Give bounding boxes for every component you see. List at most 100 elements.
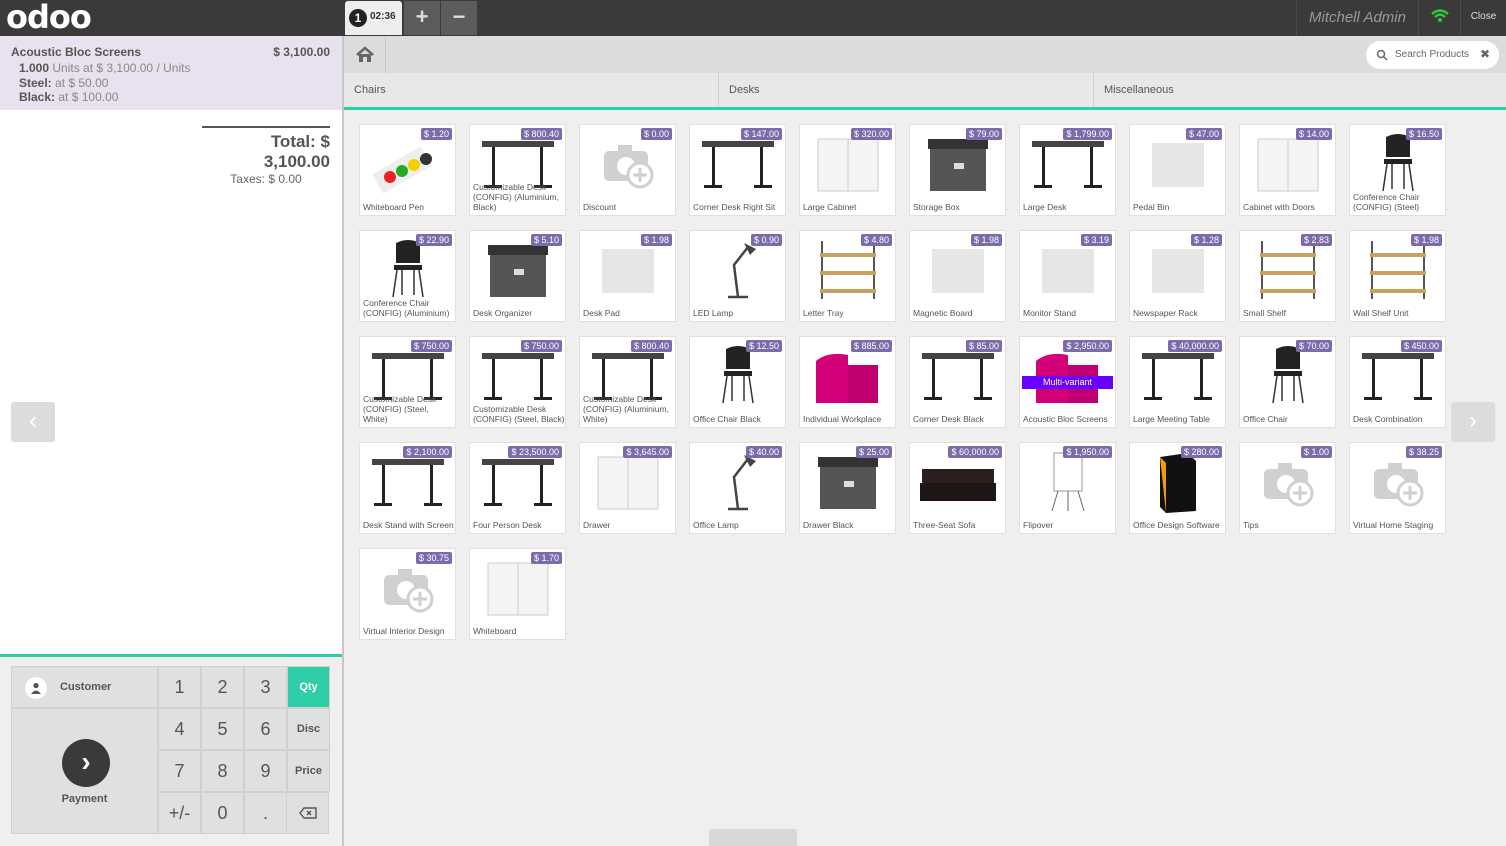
product-card[interactable]: $ 1.98 Wall Shelf Unit xyxy=(1349,230,1446,322)
product-card[interactable]: $ 1.28 Newspaper Rack xyxy=(1129,230,1226,322)
wifi-icon[interactable] xyxy=(1418,0,1460,36)
product-card[interactable]: $ 885.00 Individual Workplace xyxy=(799,336,896,428)
product-card[interactable]: $ 40,000.00 Large Meeting Table xyxy=(1129,336,1226,428)
product-price: $ 1,950.00 xyxy=(1063,446,1112,458)
product-card[interactable]: $ 147.00 Corner Desk Right Sit xyxy=(689,124,786,216)
order-line-attr: Steel: at $ 50.00 xyxy=(19,76,108,90)
product-card[interactable]: $ 1.70 Whiteboard xyxy=(469,548,566,640)
key-9[interactable]: 9 xyxy=(244,750,287,792)
product-card[interactable]: $ 1.98 Desk Pad xyxy=(579,230,676,322)
home-button[interactable] xyxy=(344,36,386,73)
product-card[interactable]: $ 1.20 Whiteboard Pen xyxy=(359,124,456,216)
close-button[interactable]: Close xyxy=(1460,0,1506,36)
product-name: Desk Organizer xyxy=(473,308,533,318)
product-card[interactable]: $ 320.00 Large Cabinet xyxy=(799,124,896,216)
key-5[interactable]: 5 xyxy=(201,708,244,750)
product-card[interactable]: $ 800.40 Customizable Desk (CONFIG) (Alum… xyxy=(469,124,566,216)
product-card[interactable]: $ 4.80 Letter Tray xyxy=(799,230,896,322)
search-placeholder: Search Products xyxy=(1395,49,1469,60)
product-card[interactable]: $ 750.00 Customizable Desk (CONFIG) (Stee… xyxy=(359,336,456,428)
attr-value: at $ 50.00 xyxy=(55,76,109,90)
search-input[interactable]: Search Products ✖ xyxy=(1366,41,1499,69)
product-card[interactable]: $ 0.90 LED Lamp xyxy=(689,230,786,322)
category-desks[interactable]: Desks xyxy=(719,73,1094,107)
add-order-button[interactable]: + xyxy=(404,1,440,35)
key-1[interactable]: 1 xyxy=(158,666,201,708)
order-tab[interactable]: 1 02:36 xyxy=(345,1,402,35)
product-card[interactable]: $ 1.00 Tips xyxy=(1239,442,1336,534)
key-6[interactable]: 6 xyxy=(244,708,287,750)
product-card[interactable]: $ 3,645.00 Drawer xyxy=(579,442,676,534)
remove-order-button[interactable]: − xyxy=(441,1,477,35)
product-card[interactable]: $ 30.75 Virtual Interior Design xyxy=(359,548,456,640)
product-card[interactable]: $ 2.83 Small Shelf xyxy=(1239,230,1336,322)
undo-redo-bar[interactable] xyxy=(709,829,797,846)
prev-page-button[interactable]: ‹ xyxy=(11,402,55,442)
clear-search-icon[interactable]: ✖ xyxy=(1480,47,1490,61)
order-total: Total: $ 3,100.00 xyxy=(263,132,330,171)
product-name: Magnetic Board xyxy=(913,308,973,318)
product-price: $ 1.98 xyxy=(640,234,672,246)
customer-label: Customer xyxy=(60,681,112,693)
product-card[interactable]: $ 450.00 Desk Combination xyxy=(1349,336,1446,428)
customer-button[interactable]: Customer xyxy=(11,666,158,708)
top-bar: odoo 1 02:36 + − Mitchell Admin Close xyxy=(0,0,1506,36)
product-card[interactable]: $ 60,000.00 Three-Seat Sofa xyxy=(909,442,1006,534)
product-card[interactable]: $ 5.10 Desk Organizer xyxy=(469,230,566,322)
product-card[interactable]: $ 79.00 Storage Box xyxy=(909,124,1006,216)
product-card[interactable]: $ 70.00 Office Chair xyxy=(1239,336,1336,428)
product-card[interactable]: $ 1,950.00 Flipover xyxy=(1019,442,1116,534)
price-mode-button[interactable]: Price xyxy=(287,750,330,792)
backspace-key[interactable] xyxy=(286,792,329,834)
category-miscellaneous[interactable]: Miscellaneous xyxy=(1094,73,1506,107)
product-price: $ 5.10 xyxy=(530,234,562,246)
product-card[interactable]: $ 22.90 Conference Chair (CONFIG) (Alumin… xyxy=(359,230,456,322)
product-card[interactable]: $ 1.98 Magnetic Board xyxy=(909,230,1006,322)
next-page-button[interactable]: › xyxy=(1451,402,1495,442)
product-card[interactable]: $ 85.00 Corner Desk Black xyxy=(909,336,1006,428)
key-8[interactable]: 8 xyxy=(201,750,244,792)
product-card[interactable]: $ 38.25 Virtual Home Staging xyxy=(1349,442,1446,534)
product-name: Corner Desk Black xyxy=(913,414,984,424)
plus-minus-key[interactable]: +/- xyxy=(158,792,201,834)
key-2[interactable]: 2 xyxy=(201,666,244,708)
decimal-key[interactable]: . xyxy=(244,792,287,834)
category-chairs[interactable]: Chairs xyxy=(344,73,719,107)
product-name: Conference Chair (CONFIG) (Steel) xyxy=(1353,192,1420,212)
attr-name: Steel: xyxy=(19,76,52,90)
product-card[interactable]: $ 14.00 Cabinet with Doors xyxy=(1239,124,1336,216)
product-name: Large Cabinet xyxy=(803,202,857,212)
product-name: Small Shelf xyxy=(1243,308,1286,318)
product-card[interactable]: $ 23,500.00 Four Person Desk xyxy=(469,442,566,534)
order-line[interactable]: Acoustic Bloc Screens $ 3,100.00 1.000 U… xyxy=(0,36,342,110)
product-card[interactable]: $ 0.00 Discount xyxy=(579,124,676,216)
product-card[interactable]: $ 40.00 Office Lamp xyxy=(689,442,786,534)
product-card[interactable]: $ 750.00 Customizable Desk (CONFIG) (Stee… xyxy=(469,336,566,428)
product-price: $ 750.00 xyxy=(410,340,452,352)
attr-value: at $ 100.00 xyxy=(58,90,119,104)
payment-label: Payment xyxy=(61,793,108,805)
user-name: Mitchell Admin xyxy=(1296,0,1418,36)
qty-value: 1.000 xyxy=(19,61,50,75)
product-name: Office Chair xyxy=(1243,414,1288,424)
product-price: $ 2,100.00 xyxy=(403,446,452,458)
product-card[interactable]: $ 2,100.00 Desk Stand with Screen xyxy=(359,442,456,534)
product-card[interactable]: $ 2,950.00 Multi-variant Acoustic Bloc Scr… xyxy=(1019,336,1116,428)
key-4[interactable]: 4 xyxy=(158,708,201,750)
product-card[interactable]: $ 3.19 Monitor Stand xyxy=(1019,230,1116,322)
product-card[interactable]: $ 25.00 Drawer Black xyxy=(799,442,896,534)
product-card[interactable]: $ 12.50 Office Chair Black xyxy=(689,336,786,428)
key-3[interactable]: 3 xyxy=(244,666,287,708)
payment-button[interactable]: › Payment xyxy=(11,708,158,834)
product-card[interactable]: $ 47.00 Pedal Bin xyxy=(1129,124,1226,216)
key-7[interactable]: 7 xyxy=(158,750,201,792)
qty-mode-button[interactable]: Qty xyxy=(287,666,330,708)
product-card[interactable]: $ 280.00 Office Design Software xyxy=(1129,442,1226,534)
product-card[interactable]: $ 16.50 Conference Chair (CONFIG) (Steel) xyxy=(1349,124,1446,216)
product-card[interactable]: $ 800.40 Customizable Desk (CONFIG) (Alum… xyxy=(579,336,676,428)
key-0[interactable]: 0 xyxy=(201,792,244,834)
product-name: Wall Shelf Unit xyxy=(1353,308,1409,318)
disc-mode-button[interactable]: Disc xyxy=(287,708,330,750)
product-price: $ 1.98 xyxy=(970,234,1002,246)
product-card[interactable]: $ 1,799.00 Large Desk xyxy=(1019,124,1116,216)
